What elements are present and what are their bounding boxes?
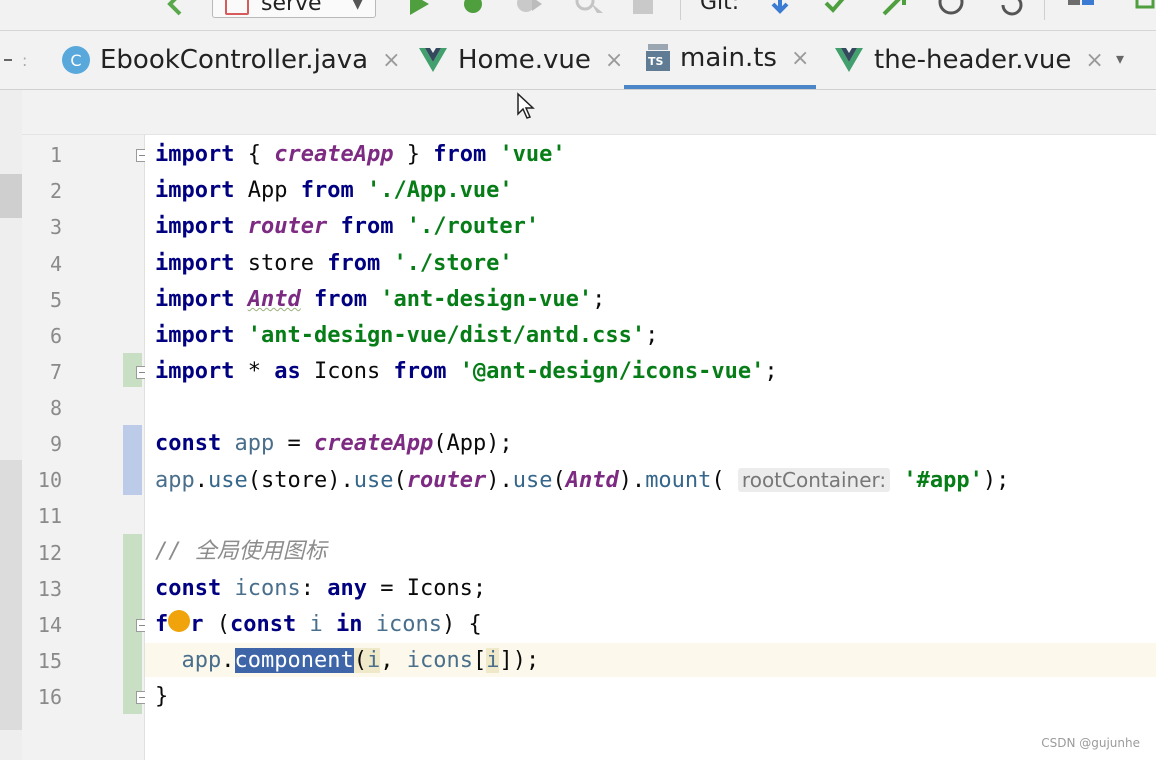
mouse-pointer-icon	[517, 92, 535, 119]
code-line[interactable]: import App from './App.vue'	[155, 173, 513, 209]
selected-text[interactable]: component	[234, 648, 354, 673]
tab-divider: :	[22, 51, 28, 70]
code-comment: // 全局使用图标	[155, 539, 327, 564]
code-line[interactable]: import 'ant-design-vue/dist/antd.css';	[155, 318, 658, 354]
line-number: 5	[49, 288, 62, 312]
left-tool-strip	[0, 90, 23, 760]
profile-icon[interactable]	[570, 0, 606, 18]
code-line[interactable]: const icons: any = Icons;	[155, 571, 486, 607]
code-line[interactable]: const app = createApp(App);	[155, 426, 513, 462]
close-icon[interactable]: ×	[791, 46, 809, 71]
tab-bar-menu-icon[interactable]	[4, 59, 12, 61]
tab-label: EbookController.java	[100, 45, 369, 75]
tab-overflow-chevron-icon[interactable]: ▾	[1116, 49, 1124, 68]
line-number: 8	[49, 396, 62, 420]
line-number: 16	[37, 685, 62, 709]
java-class-icon: C	[62, 46, 90, 74]
line-number: 13	[37, 577, 62, 601]
project-structure-icon[interactable]	[1064, 0, 1098, 18]
line-number: 4	[49, 252, 62, 276]
code-editor[interactable]: import { createApp } from 'vue' import A…	[145, 135, 1156, 760]
coverage-icon[interactable]	[512, 0, 546, 18]
code-line[interactable]: }	[155, 679, 168, 715]
tool-window-marker[interactable]	[0, 174, 22, 218]
rollback-icon[interactable]	[996, 0, 1024, 18]
editor-breadcrumb-bar	[22, 90, 1156, 135]
code-line[interactable]: app.use(store).use(router).use(Antd).mou…	[155, 462, 1009, 499]
editor-tab-bar: : C EbookController.java × Home.vue × TS…	[0, 31, 1156, 90]
line-number: 9	[49, 432, 62, 456]
line-number: 10	[37, 468, 62, 492]
git-label: Git:	[700, 0, 740, 15]
tab-the-header-vue[interactable]: the-header.vue ×	[834, 31, 1104, 89]
tab-ebookcontroller-java[interactable]: C EbookController.java ×	[62, 31, 401, 89]
tab-main-ts[interactable]: TS main.ts ×	[624, 31, 816, 89]
code-line[interactable]: // 全局使用图标	[155, 534, 327, 570]
git-push-icon[interactable]	[880, 0, 908, 18]
toolbar-separator	[1044, 0, 1045, 20]
parameter-hint: rootContainer:	[737, 468, 891, 492]
back-arrow-icon[interactable]	[160, 0, 190, 18]
code-line[interactable]: import router from './router'	[155, 209, 539, 245]
code-line[interactable]: import store from './store'	[155, 246, 513, 282]
toolbar-separator	[680, 0, 681, 20]
run-icon[interactable]	[404, 0, 434, 18]
tab-label: the-header.vue	[874, 45, 1072, 75]
vue-file-icon	[419, 48, 447, 72]
code-line[interactable]: import { createApp } from 'vue'	[155, 137, 566, 173]
tab-home-vue[interactable]: Home.vue ×	[418, 31, 623, 89]
code-line[interactable]: app.component(i, icons[i]);	[155, 643, 539, 679]
line-number: 15	[37, 649, 62, 673]
line-number: 2	[49, 179, 62, 203]
close-icon[interactable]: ×	[605, 48, 623, 73]
line-number: 3	[49, 215, 62, 239]
npm-config-icon	[225, 0, 249, 15]
git-commit-icon[interactable]	[822, 0, 850, 18]
stop-icon[interactable]	[630, 0, 656, 18]
tool-window-marker[interactable]	[0, 460, 22, 730]
tab-label: main.ts	[680, 43, 777, 73]
lightbulb-icon[interactable]	[168, 610, 191, 632]
vue-file-icon	[835, 48, 863, 72]
run-configuration-select[interactable]: serve ▼	[212, 0, 376, 18]
debug-icon[interactable]	[458, 0, 488, 18]
close-icon[interactable]: ×	[382, 48, 400, 73]
line-number: 14	[37, 613, 62, 637]
git-update-icon[interactable]	[766, 0, 794, 18]
code-line[interactable]: fr (const i in icons) {	[155, 607, 482, 643]
history-icon[interactable]	[934, 0, 968, 18]
line-number: 7	[49, 360, 62, 384]
remote-dev-icon[interactable]	[1134, 0, 1156, 18]
line-number: 1	[49, 143, 62, 167]
close-icon[interactable]: ×	[1085, 48, 1103, 73]
chevron-down-icon: ▼	[352, 0, 363, 12]
code-line[interactable]: import * as Icons from '@ant-design/icon…	[155, 354, 778, 390]
watermark: CSDN @gujunhe	[1041, 736, 1140, 750]
code-line[interactable]: import Antd from 'ant-design-vue';	[155, 282, 605, 318]
line-number: 11	[37, 504, 62, 528]
line-number: 12	[37, 541, 62, 565]
tab-label: Home.vue	[458, 45, 591, 75]
main-toolbar: serve ▼ Git:	[0, 0, 1156, 31]
vcs-modified-marker[interactable]	[123, 425, 142, 495]
line-number: 6	[49, 324, 62, 348]
typescript-file-icon: TS	[644, 42, 674, 74]
